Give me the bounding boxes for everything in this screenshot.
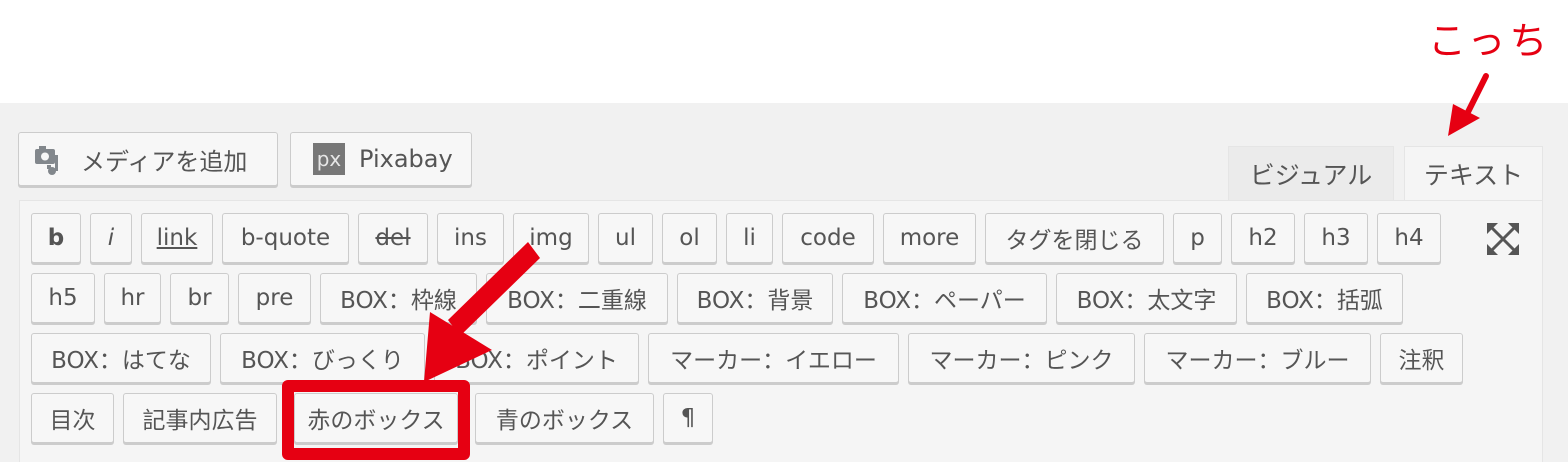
qt-box-paper[interactable]: BOX：ペーパー (842, 273, 1047, 323)
pixabay-button[interactable]: px Pixabay (290, 132, 472, 186)
qt-box-bracket[interactable]: BOX：括弧 (1246, 273, 1403, 323)
annotation-label: こっち (1428, 19, 1552, 63)
qt-h4[interactable]: h4 (1377, 213, 1441, 263)
qt-ins[interactable]: ins (437, 213, 504, 263)
qt-link[interactable]: link (141, 213, 213, 263)
qt-box-bold[interactable]: BOX：太文字 (1056, 273, 1237, 323)
qt-b[interactable]: b (31, 213, 81, 263)
qt-hr[interactable]: hr (104, 273, 161, 323)
qt-blue-box[interactable]: 青のボックス (475, 393, 654, 443)
tab-text-label: テキスト (1423, 160, 1524, 190)
qt-ul[interactable]: ul (598, 213, 653, 263)
tab-visual-label: ビジュアル (1249, 160, 1373, 190)
highlight-frame (282, 380, 470, 460)
qt-box-double[interactable]: BOX：二重線 (486, 273, 668, 323)
qt-box-question[interactable]: BOX：はてな (31, 333, 211, 383)
tab-text[interactable]: テキスト (1404, 146, 1543, 200)
qt-b-quote[interactable]: b-quote (222, 213, 349, 263)
qt-marker-blue[interactable]: マーカー：ブルー (1144, 333, 1371, 383)
qt-in-article-ad[interactable]: 記事内広告 (123, 393, 277, 443)
add-media-label: メディアを追加 (81, 147, 248, 176)
tab-visual[interactable]: ビジュアル (1228, 146, 1394, 200)
expand-icon[interactable] (1486, 222, 1520, 256)
qt-ol[interactable]: ol (662, 213, 717, 263)
qt-code[interactable]: code (782, 213, 874, 263)
qt-toc[interactable]: 目次 (31, 393, 114, 443)
qt-i[interactable]: i (90, 213, 132, 263)
qt-close-tags[interactable]: タグを閉じる (985, 213, 1164, 263)
qt-marker-yellow[interactable]: マーカー：イエロー (648, 333, 899, 383)
qt-paragraph[interactable]: ¶ (663, 393, 713, 443)
add-media-button[interactable]: メディアを追加 (18, 132, 278, 186)
qt-box-background[interactable]: BOX：背景 (677, 273, 833, 323)
qt-box-point[interactable]: BOX：ポイント (434, 333, 639, 383)
qt-h2[interactable]: h2 (1231, 213, 1295, 263)
qt-box-frame[interactable]: BOX：枠線 (320, 273, 477, 323)
qt-note[interactable]: 注釈 (1380, 333, 1463, 383)
qt-img[interactable]: img (513, 213, 589, 263)
qt-del[interactable]: del (358, 213, 428, 263)
qt-marker-pink[interactable]: マーカー：ピンク (908, 333, 1135, 383)
pixabay-icon: px (313, 143, 345, 175)
qt-more[interactable]: more (883, 213, 976, 263)
pixabay-label: Pixabay (359, 145, 453, 173)
qt-box-surprise[interactable]: BOX：びっくり (220, 333, 425, 383)
qt-li[interactable]: li (726, 213, 773, 263)
qt-br[interactable]: br (170, 273, 229, 323)
add-media-icon (33, 141, 69, 177)
qt-p[interactable]: p (1173, 213, 1222, 263)
qt-h5[interactable]: h5 (31, 273, 95, 323)
qt-h3[interactable]: h3 (1304, 213, 1368, 263)
qt-pre[interactable]: pre (238, 273, 311, 323)
